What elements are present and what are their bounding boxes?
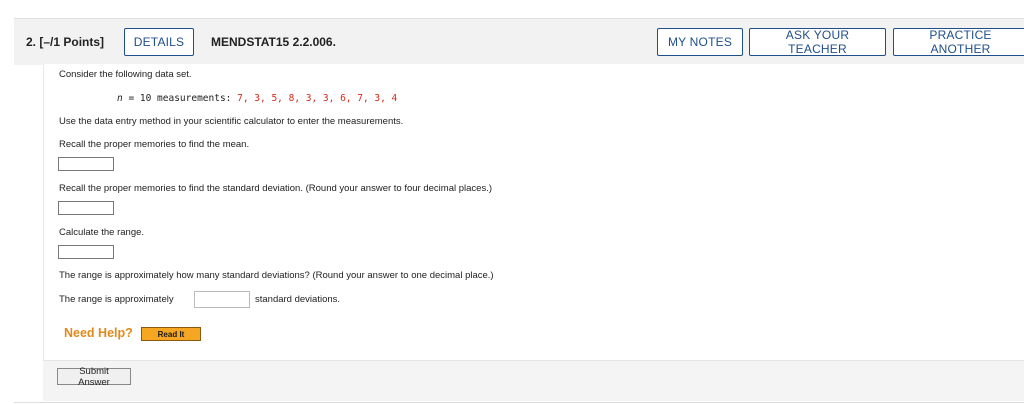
question-header: 2. [–/1 Points] DETAILS MENDSTAT15 2.2.0…	[14, 18, 1024, 65]
n-description: = 10 measurements:	[122, 93, 238, 104]
range-ratio-prompt: The range is approximately how many stan…	[59, 270, 494, 281]
intro-text: Consider the following data set.	[59, 69, 192, 80]
data-values: 7, 3, 5, 8, 3, 3, 6, 7, 3, 4	[237, 93, 398, 104]
range-approx-prefix: The range is approximately	[59, 294, 174, 305]
read-it-button[interactable]: Read It	[141, 327, 201, 341]
mean-prompt: Recall the proper memories to find the m…	[59, 139, 250, 150]
range-approx-suffix: standard deviations.	[255, 294, 341, 305]
question-body: Consider the following data set. n = 10 …	[43, 64, 1024, 360]
details-button[interactable]: DETAILS	[124, 28, 194, 56]
std-dev-answer-input[interactable]	[58, 201, 114, 215]
mean-answer-input[interactable]	[58, 157, 114, 171]
bottom-divider	[14, 402, 1024, 403]
problem-code: MENDSTAT15 2.2.006.	[211, 35, 336, 49]
my-notes-button[interactable]: MY NOTES	[657, 28, 743, 56]
instruction-text: Use the data entry method in your scient…	[59, 116, 404, 127]
ask-your-teacher-button[interactable]: ASK YOUR TEACHER	[749, 28, 886, 56]
range-answer-input[interactable]	[58, 245, 114, 259]
data-set-line: n = 10 measurements: 7, 3, 5, 8, 3, 3, 6…	[117, 93, 397, 104]
submit-area: Submit Answer	[43, 360, 1024, 401]
std-dev-prompt: Recall the proper memories to find the s…	[59, 183, 492, 194]
need-help-label: Need Help?	[64, 326, 133, 340]
submit-answer-button[interactable]: Submit Answer	[57, 366, 131, 388]
range-prompt: Calculate the range.	[59, 227, 145, 238]
range-ratio-input[interactable]	[194, 291, 250, 308]
practice-another-button[interactable]: PRACTICE ANOTHER	[893, 28, 1024, 56]
question-points: 2. [–/1 Points]	[26, 35, 105, 49]
